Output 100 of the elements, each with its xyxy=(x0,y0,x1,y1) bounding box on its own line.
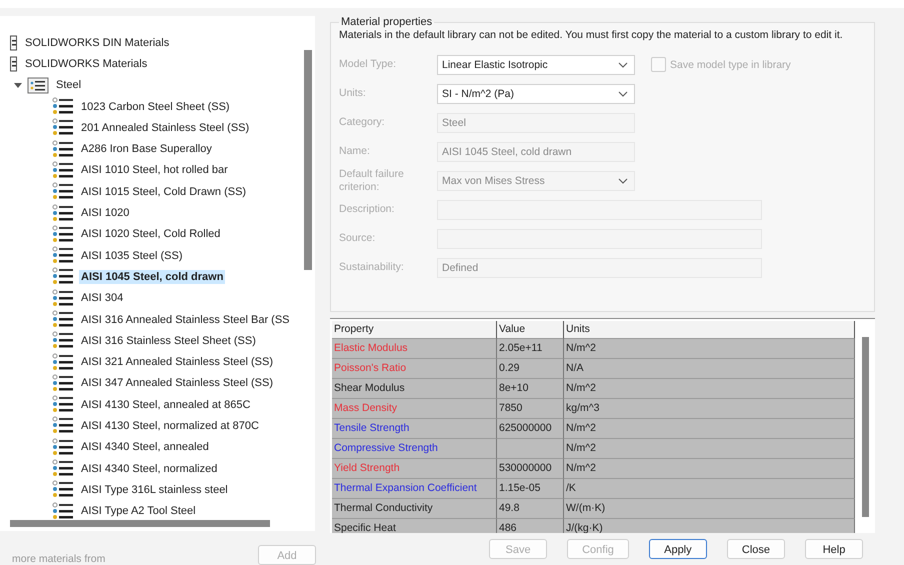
tree-item[interactable]: SOLIDWORKS DIN Materials xyxy=(23,36,172,50)
dropdown[interactable]: SI - N/m^2 (Pa) xyxy=(437,84,635,104)
table-cell: Specific Heat xyxy=(332,519,497,533)
table-cell: N/A xyxy=(564,359,855,379)
group-title: Material properties xyxy=(340,16,434,28)
tree-item[interactable]: AISI 4340 Steel, annealed xyxy=(79,440,211,454)
tree-item[interactable]: AISI 4340 Steel, normalized xyxy=(79,462,220,476)
material-icon xyxy=(52,395,74,414)
table-cell: Shear Modulus xyxy=(332,379,497,399)
tree-item[interactable]: AISI 1020 Steel, Cold Rolled xyxy=(79,227,222,242)
dialog-button[interactable]: Help xyxy=(805,539,863,559)
field-label: Source: xyxy=(339,232,376,245)
dropdown[interactable]: Linear Elastic Isotropic xyxy=(437,54,635,74)
field-label: Category: xyxy=(339,116,386,129)
table-cell: N/m^2 xyxy=(564,459,855,479)
material-icon xyxy=(52,416,74,436)
table-cell: 7850 xyxy=(497,399,564,419)
tree-item[interactable]: AISI 347 Annealed Stainless Steel (SS) xyxy=(79,376,276,390)
tree-item[interactable]: 201 Annealed Stainless Steel (SS) xyxy=(79,120,252,135)
table-cell: N/m^2 xyxy=(564,339,855,359)
library-icon xyxy=(10,56,18,72)
table-cell: 486 xyxy=(497,519,564,533)
column-header: Property xyxy=(332,321,497,339)
table-cell: 49.8 xyxy=(497,499,564,519)
tree-item[interactable]: AISI 1015 Steel, Cold Drawn (SS) xyxy=(79,184,248,199)
material-icon xyxy=(52,374,74,393)
table-cell: N/m^2 xyxy=(564,379,855,399)
field-label: Sustainability: xyxy=(339,261,405,274)
notice-text: Materials in the default library can not be edited. You must first copy the material to a custom library to edit it. xyxy=(339,28,844,42)
tree-item[interactable]: AISI 304 xyxy=(79,291,126,306)
tree-item[interactable]: Steel xyxy=(54,78,84,92)
material-icon xyxy=(52,182,74,202)
checkbox-label: Save model type in library xyxy=(670,58,791,70)
table-cell: 625000000 xyxy=(497,419,564,439)
table-cell: J/(kg·K) xyxy=(564,519,855,533)
scrollbar-thumb[interactable] xyxy=(304,50,312,270)
tree-item[interactable]: AISI 1035 Steel (SS) xyxy=(79,248,184,263)
field-label: Description: xyxy=(339,203,396,216)
dialog-button[interactable]: Apply xyxy=(648,539,707,559)
table-cell xyxy=(497,439,564,459)
field-label: Units: xyxy=(339,87,367,100)
material-icon xyxy=(52,288,74,308)
material-icon xyxy=(52,118,74,138)
library-icon xyxy=(10,34,18,51)
table-cell: kg/m^3 xyxy=(564,399,855,419)
table-cell: /K xyxy=(564,479,855,499)
material-icon xyxy=(52,502,74,521)
dialog-button[interactable]: Close xyxy=(726,539,785,559)
table-cell: N/m^2 xyxy=(564,419,855,439)
material-icon xyxy=(52,160,74,180)
material-icon xyxy=(52,459,74,478)
footer-text: more materials from xyxy=(12,553,106,565)
table-cell: 8e+10 xyxy=(497,379,564,399)
scrollbar-thumb[interactable] xyxy=(862,337,869,517)
tree-item[interactable]: AISI 1010 Steel, hot rolled bar xyxy=(79,163,230,178)
table-cell: Elastic Modulus xyxy=(332,339,497,359)
folder-list-icon xyxy=(27,76,49,94)
tree-item[interactable]: 1023 Carbon Steel Sheet (SS) xyxy=(79,100,232,114)
chevron-down-icon xyxy=(618,178,628,184)
table-cell: 2.05e+11 xyxy=(497,339,564,359)
material-icon xyxy=(52,331,74,350)
material-icon xyxy=(52,224,74,244)
chevron-down-icon xyxy=(618,90,628,96)
material-icon xyxy=(52,310,74,329)
checkbox[interactable] xyxy=(651,57,666,72)
table-cell: Tensile Strength xyxy=(332,419,497,439)
material-icon xyxy=(52,246,74,266)
tree-item[interactable]: AISI 316 Annealed Stainless Steel Bar (SS xyxy=(79,312,292,326)
tree-item[interactable]: AISI 4130 Steel, annealed at 865C xyxy=(79,398,252,412)
material-icon xyxy=(52,352,74,372)
table-cell: Mass Density xyxy=(332,399,497,419)
material-icon xyxy=(52,267,74,286)
scrollbar-thumb[interactable] xyxy=(10,520,270,527)
table-cell: Poisson's Ratio xyxy=(332,359,497,379)
table-cell: 0.29 xyxy=(497,359,564,379)
tree-item[interactable]: AISI Type 316L stainless steel xyxy=(79,482,230,497)
expand-arrow-icon[interactable] xyxy=(14,82,22,88)
material-icon xyxy=(52,204,74,223)
table-cell: Thermal Expansion Coefficient xyxy=(332,479,497,499)
tree-item[interactable]: AISI 316 Stainless Steel Sheet (SS) xyxy=(79,334,258,348)
table-cell: Thermal Conductivity xyxy=(332,499,497,519)
field-label: Default failure criterion: xyxy=(339,168,405,194)
tree-item[interactable]: AISI 321 Annealed Stainless Steel (SS) xyxy=(79,355,276,370)
tree-item[interactable]: AISI 1045 Steel, cold drawn xyxy=(79,270,226,284)
tree-item[interactable]: AISI 1020 xyxy=(79,206,132,220)
material-icon xyxy=(52,97,74,116)
table-cell: W/(m·K) xyxy=(564,499,855,519)
column-header: Value xyxy=(497,321,564,339)
material-icon xyxy=(52,438,74,457)
material-icon xyxy=(52,480,74,500)
table-cell: Yield Strength xyxy=(332,459,497,479)
column-header: Units xyxy=(564,321,855,339)
tree-item[interactable]: SOLIDWORKS Materials xyxy=(23,56,150,71)
chevron-down-icon xyxy=(618,62,628,68)
tree-item[interactable]: AISI 4130 Steel, normalized at 870C xyxy=(79,418,261,433)
table-cell: N/m^2 xyxy=(564,439,855,459)
tree-item[interactable]: AISI Type A2 Tool Steel xyxy=(79,504,198,518)
field-label: Name: xyxy=(339,145,371,158)
table-cell: 530000000 xyxy=(497,459,564,479)
tree-item[interactable]: A286 Iron Base Superalloy xyxy=(79,142,214,156)
